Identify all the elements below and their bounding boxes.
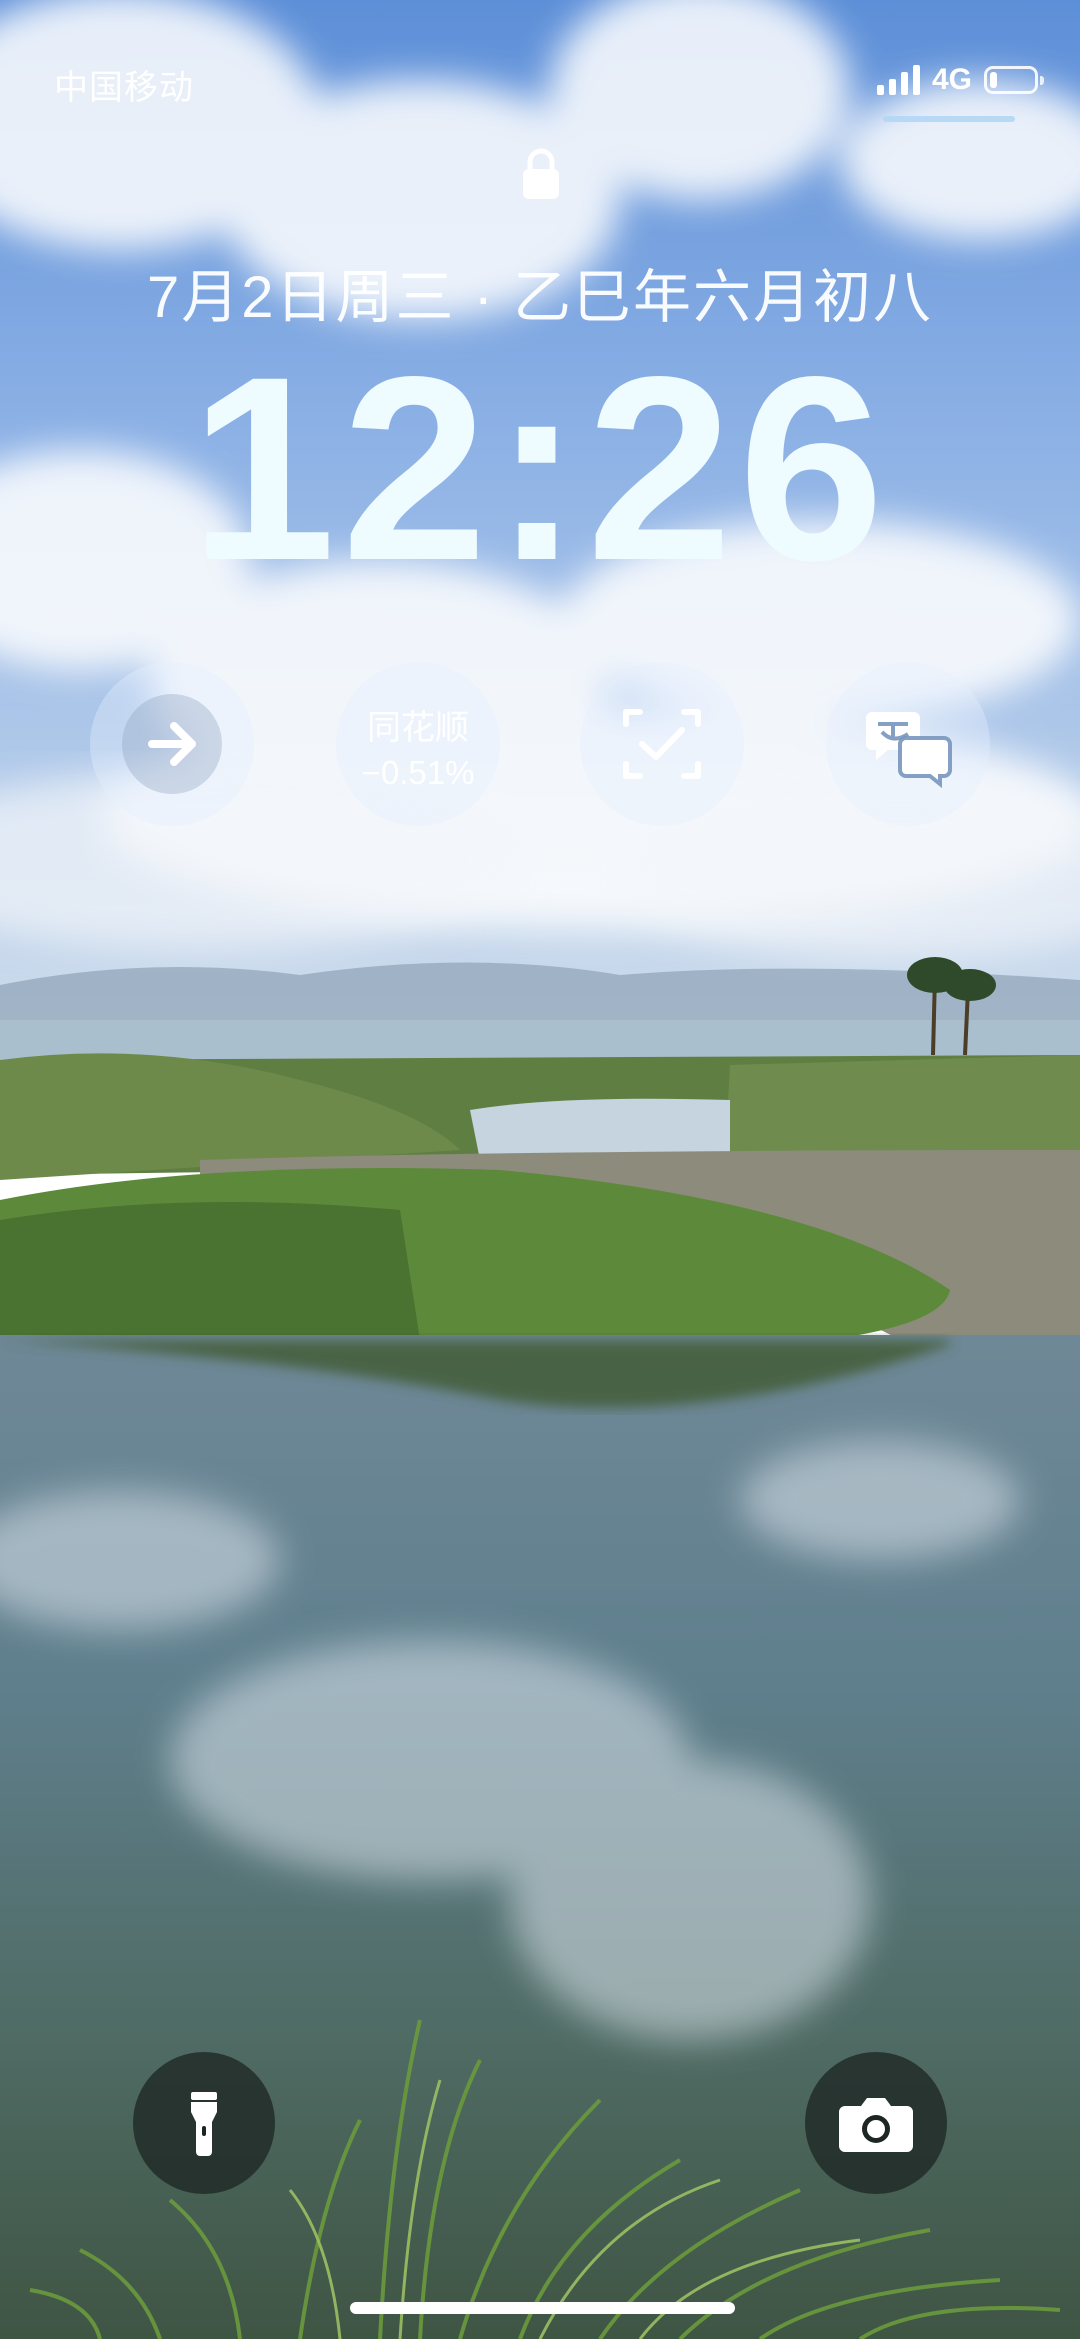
- translate-widget[interactable]: [826, 662, 990, 826]
- lock-screen-clock: 12:26: [189, 322, 891, 615]
- status-bar: 中国移动 4G: [0, 0, 1080, 122]
- cellular-signal-icon: [876, 65, 920, 95]
- scan-check-icon: [623, 709, 701, 779]
- shortcut-widget[interactable]: [90, 662, 254, 826]
- lock-icon: [523, 148, 559, 199]
- camera-button[interactable]: [805, 2052, 947, 2194]
- camera-icon: [839, 2098, 913, 2152]
- carrier-name: 中国移动: [54, 69, 194, 107]
- stock-change: −0.51%: [361, 754, 475, 791]
- flashlight-button[interactable]: [133, 2052, 275, 2194]
- status-icons: 4G: [876, 58, 1044, 102]
- stock-widget[interactable]: 同花顺 −0.51%: [336, 662, 500, 826]
- battery-icon: [984, 66, 1044, 94]
- stock-name: 同花顺: [367, 709, 469, 747]
- network-type: 4G: [931, 63, 972, 96]
- arrow-right-icon: [148, 722, 196, 766]
- translate-icon: [866, 712, 952, 789]
- home-indicator[interactable]: [350, 2302, 735, 2314]
- flashlight-icon: [191, 2092, 217, 2156]
- scan-widget[interactable]: [580, 662, 744, 826]
- control-center-indicator[interactable]: [883, 116, 1015, 122]
